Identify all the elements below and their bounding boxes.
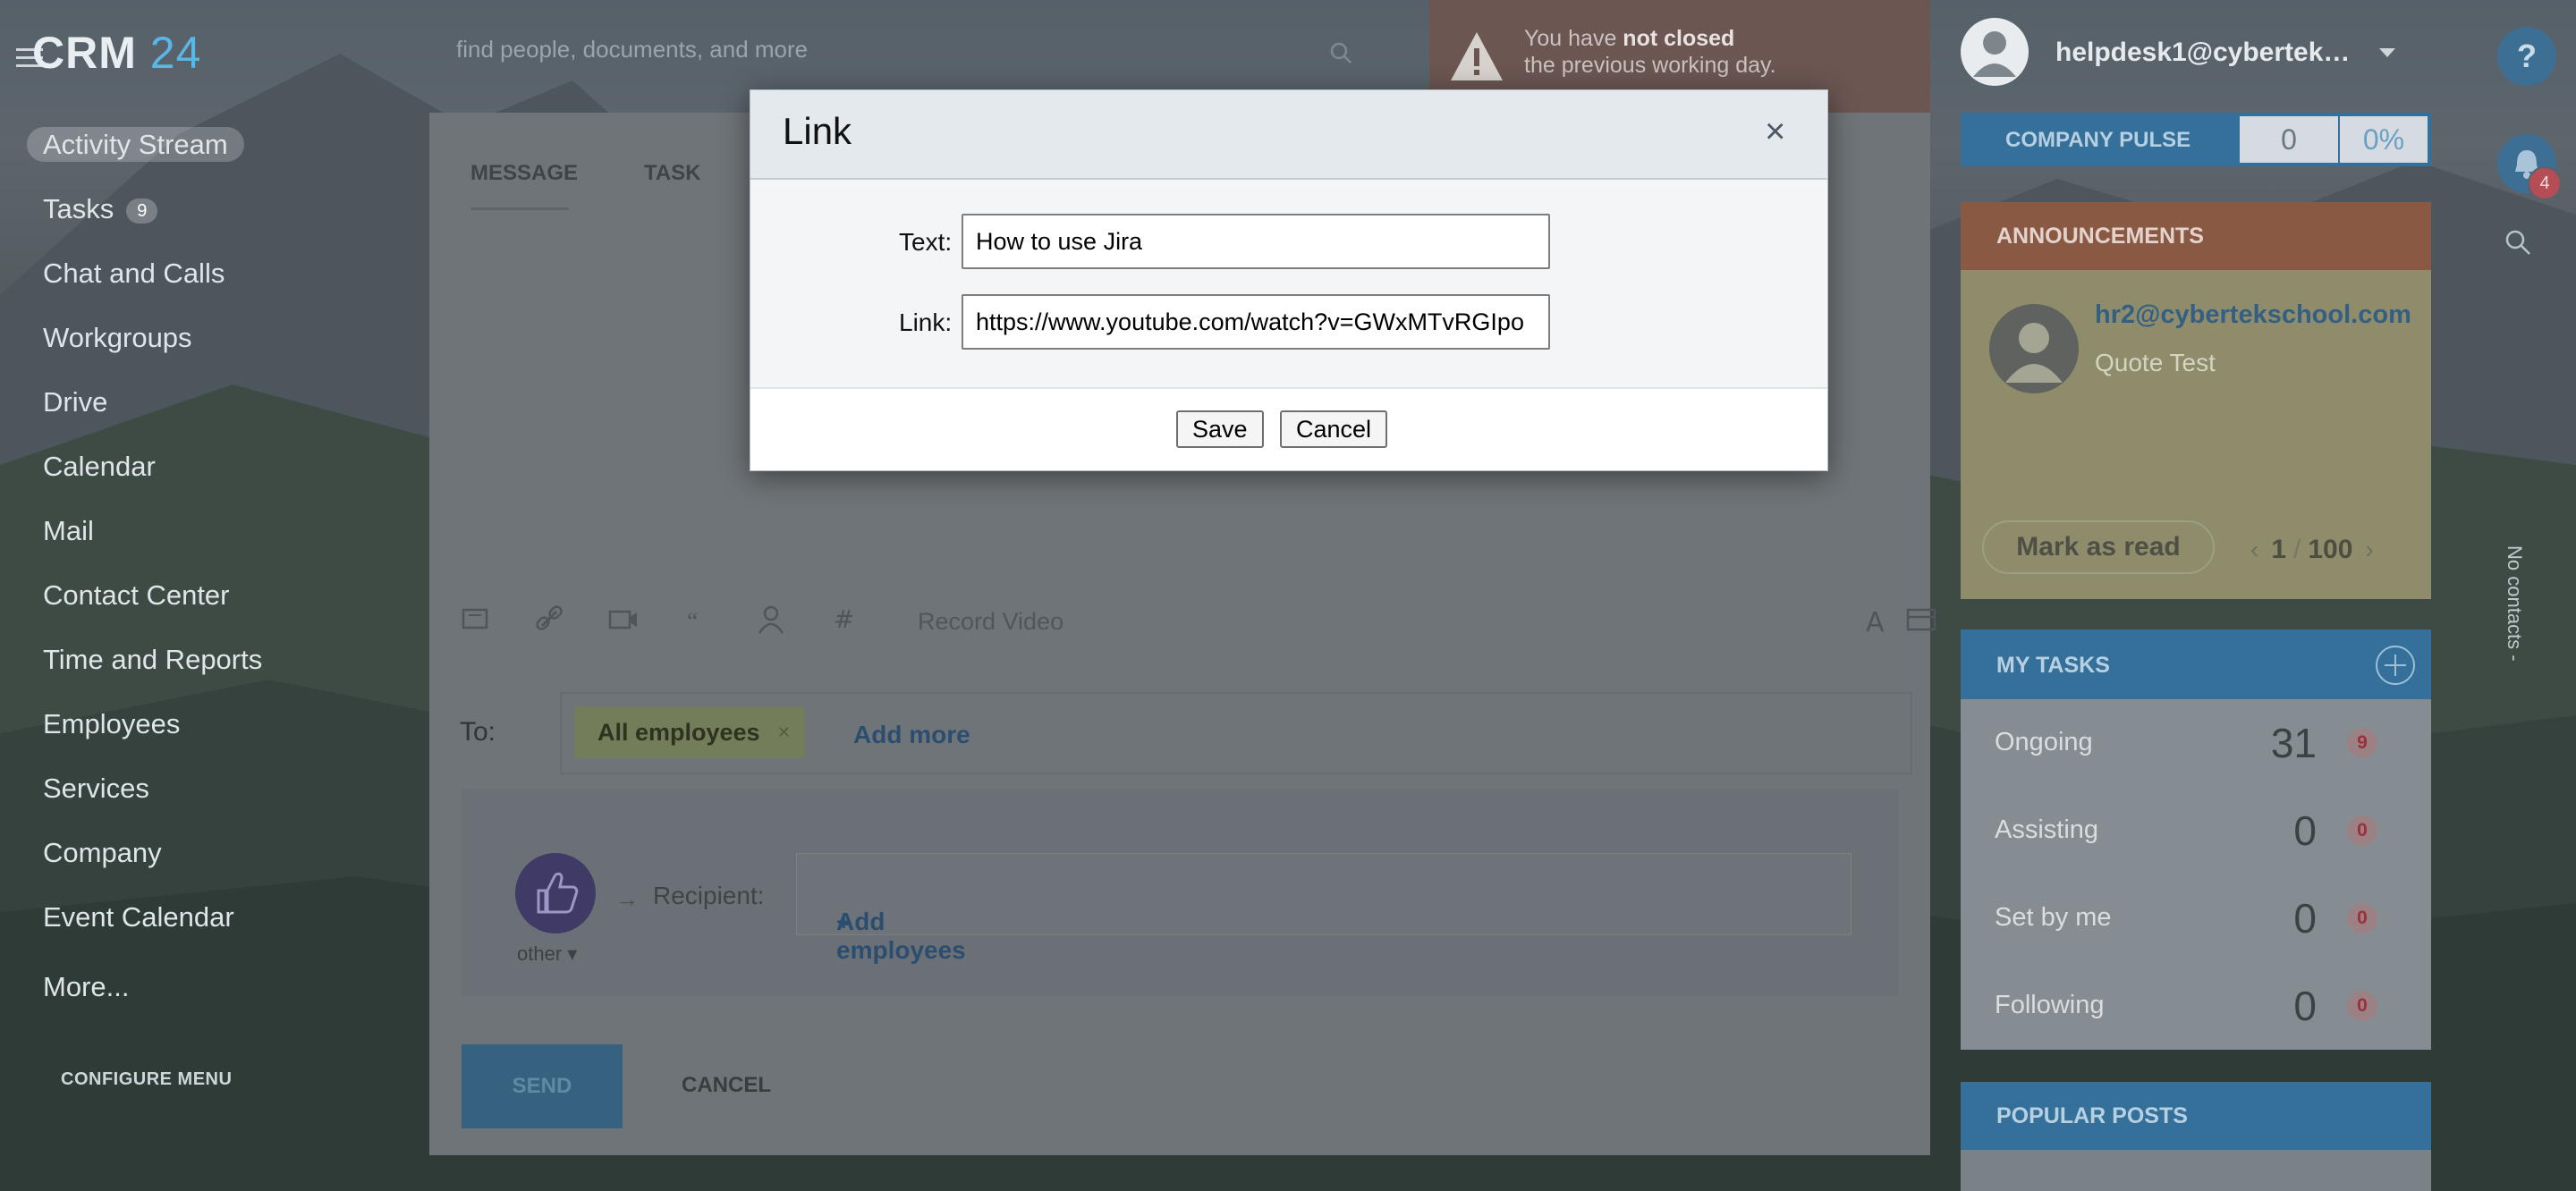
announcements-header: ANNOUNCEMENTS <box>1961 202 2431 270</box>
toggle-panel-icon[interactable] <box>1905 603 1937 635</box>
task-count-badge: 0 <box>2347 991 2377 1021</box>
menu-item-workgroups[interactable]: Workgroups <box>43 317 262 381</box>
menu-item-event-calendar[interactable]: Event Calendar <box>43 896 262 960</box>
announcement-text: Quote Test <box>2095 349 2216 376</box>
user-name[interactable]: helpdesk1@cybertekschool.com <box>2055 38 2360 68</box>
text-field-label: Text: <box>899 228 953 256</box>
task-row-following[interactable]: Following 0 0 <box>1961 962 2431 1050</box>
my-tasks-list: Ongoing 31 9 Assisting 0 0 Set by me 0 0… <box>1961 699 2431 1050</box>
tab-task[interactable]: TASK <box>644 161 701 186</box>
menu-item-time-and-reports[interactable]: Time and Reports <box>43 638 262 703</box>
task-row-ongoing[interactable]: Ongoing 31 9 <box>1961 699 2431 787</box>
to-label: To: <box>460 717 496 747</box>
cancel-button[interactable]: Cancel <box>1280 410 1388 448</box>
task-count-badge: 0 <box>2347 903 2377 933</box>
user-silhouette-icon <box>2005 323 2063 383</box>
editor-toolbar: “ # Record Video A <box>460 603 1936 638</box>
chevron-down-icon[interactable] <box>2379 48 2395 57</box>
cancel-post-button[interactable]: CANCEL <box>682 1073 771 1098</box>
active-tab-underline <box>470 207 569 210</box>
left-menu: Activity Stream Tasks 9 Chat and Calls Wo… <box>27 123 262 1030</box>
popular-posts-body <box>1961 1150 2431 1191</box>
recipient-label: Recipient: <box>653 882 765 909</box>
recipients-field[interactable]: All employees ✕ Add more <box>560 692 1912 774</box>
send-button[interactable]: SEND <box>462 1044 623 1128</box>
recipient-chip[interactable]: All employees ✕ <box>574 706 805 758</box>
menu-item-more[interactable]: More... <box>43 966 262 1030</box>
dialog-body: Text: Link: <box>750 180 1827 389</box>
add-more-link[interactable]: Add more <box>853 721 970 749</box>
menu-item-company[interactable]: Company <box>43 832 262 896</box>
announcement-avatar[interactable] <box>1989 304 2079 393</box>
quote-icon[interactable]: “ <box>682 603 714 635</box>
no-contacts-label: No contacts - <box>2504 545 2526 662</box>
company-pulse-title: COMPANY PULSE <box>2005 128 2191 152</box>
gratitude-section: other ▾ → Recipient: + Add employees <box>462 789 1898 996</box>
file-upload-icon[interactable] <box>460 603 492 635</box>
user-silhouette-icon <box>1973 31 2016 77</box>
thumbs-up-icon[interactable] <box>515 853 596 933</box>
text-format-icon[interactable]: A <box>1860 603 1893 635</box>
svg-text:“: “ <box>687 608 698 635</box>
video-icon[interactable] <box>606 603 639 635</box>
task-row-assisting[interactable]: Assisting 0 0 <box>1961 787 2431 874</box>
company-pulse-percent: 0% <box>2340 116 2428 163</box>
menu-item-tasks[interactable]: Tasks 9 <box>43 188 262 252</box>
notification-count-badge: 4 <box>2528 166 2562 200</box>
record-video-button[interactable]: Record Video <box>918 608 1063 636</box>
gratitude-type-dropdown[interactable]: other ▾ <box>517 942 577 966</box>
hashtag-icon[interactable]: # <box>828 603 860 635</box>
help-button[interactable]: ? <box>2497 27 2556 86</box>
save-button[interactable]: Save <box>1176 410 1264 448</box>
menu-item-services[interactable]: Services <box>43 767 262 832</box>
close-icon[interactable]: × <box>1765 112 1785 151</box>
svg-text:#: # <box>834 604 854 634</box>
menu-item-calendar[interactable]: Calendar <box>43 445 262 510</box>
link-field-label: Link: <box>899 308 953 336</box>
arrow-right-icon: → <box>615 885 639 912</box>
link-icon[interactable] <box>533 603 565 635</box>
task-count-badge: 0 <box>2347 815 2377 846</box>
mark-as-read-button[interactable]: Mark as read <box>1982 520 2215 574</box>
svg-text:A: A <box>1866 607 1885 635</box>
dialog-header: Link × <box>750 90 1827 180</box>
task-count-badge: 9 <box>2347 728 2377 758</box>
thumbs-up-glyph <box>537 872 579 914</box>
link-dialog: Link × Text: Link: Save Cancel <box>750 89 1828 471</box>
app-logo[interactable]: CRM 24 <box>32 27 201 79</box>
user-avatar[interactable] <box>1961 18 2029 86</box>
menu-item-contact-center[interactable]: Contact Center <box>43 574 262 638</box>
menu-item-activity-stream[interactable]: Activity Stream <box>27 123 262 188</box>
menu-item-mail[interactable]: Mail <box>43 510 262 574</box>
warning-icon <box>1451 32 1503 80</box>
popular-posts-header: POPULAR POSTS <box>1961 1082 2431 1150</box>
configure-menu-link[interactable]: CONFIGURE MENU <box>61 1069 232 1090</box>
link-url-input[interactable] <box>962 294 1550 350</box>
remove-chip-icon[interactable]: ✕ <box>777 706 791 758</box>
mention-user-icon[interactable] <box>755 603 787 635</box>
contacts-search-icon[interactable] <box>2504 229 2531 256</box>
dialog-title: Link <box>783 110 852 152</box>
search-icon[interactable] <box>1329 41 1352 64</box>
prev-arrow-icon[interactable]: ‹ <box>2250 536 2258 563</box>
menu-item-employees[interactable]: Employees <box>43 703 262 767</box>
company-pulse-value: 0 <box>2240 116 2338 163</box>
add-task-icon[interactable] <box>2376 646 2415 685</box>
menu-item-chat-and-calls[interactable]: Chat and Calls <box>43 252 262 317</box>
link-text-input[interactable] <box>962 214 1550 269</box>
warning-text: You have not closed the previous working… <box>1524 26 1776 78</box>
my-tasks-header: MY TASKS <box>1961 629 2431 699</box>
announcements-body: hr2@cybertekschool.com Quote Test Mark a… <box>1961 270 2431 599</box>
company-pulse-widget[interactable]: COMPANY PULSE 0 0% <box>1961 113 2431 166</box>
tab-message[interactable]: MESSAGE <box>470 161 578 186</box>
menu-item-drive[interactable]: Drive <box>43 381 262 445</box>
tasks-count-badge: 9 <box>126 198 158 224</box>
task-row-set-by-me[interactable]: Set by me 0 0 <box>1961 874 2431 962</box>
announcement-pager: ‹ 1/100 › <box>2250 535 2374 564</box>
announcement-author-link[interactable]: hr2@cybertekschool.com <box>2095 300 2411 330</box>
search-input[interactable]: find people, documents, and more <box>456 36 808 63</box>
add-employees-field[interactable]: + Add employees <box>796 853 1852 964</box>
next-arrow-icon[interactable]: › <box>2365 536 2373 563</box>
dialog-footer: Save Cancel <box>750 389 1827 469</box>
